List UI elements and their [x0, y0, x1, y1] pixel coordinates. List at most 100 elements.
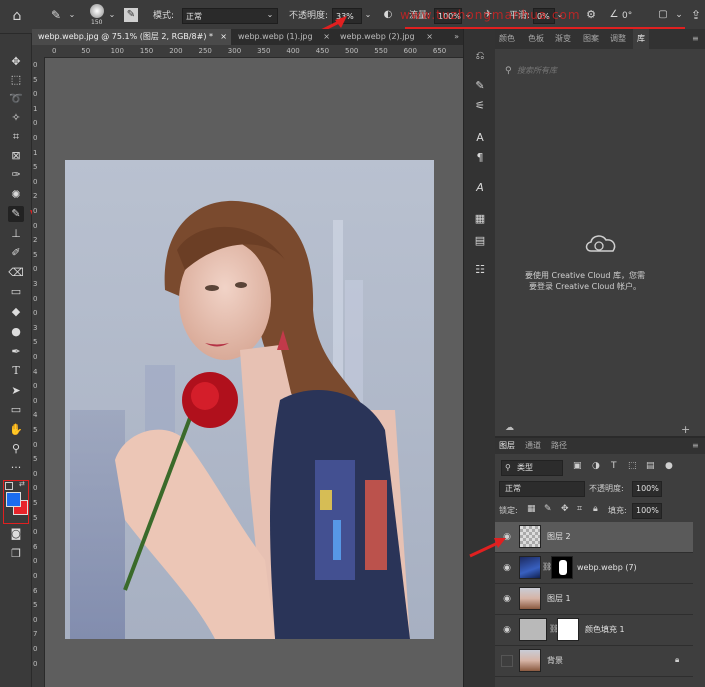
doc-tab-active[interactable]: webp.webp.jpg @ 75.1% (图层 2, RGB/8#) * × [32, 29, 231, 45]
tab-color[interactable]: 颜色 [499, 29, 515, 49]
layer-filter-select[interactable]: ⚲ 类型 [501, 460, 563, 476]
pressure-size-icon[interactable]: ▢ [656, 8, 670, 22]
rectangle-tool-icon[interactable]: ▭ [8, 402, 24, 418]
tab-paths[interactable]: 路径 [551, 438, 567, 454]
crop-tool-icon[interactable]: ⌗ [8, 129, 24, 145]
layer-name[interactable]: webp.webp (7) [577, 553, 637, 583]
chevron-down-icon[interactable]: ⌄ [68, 9, 76, 21]
angle-value[interactable]: 0° [622, 8, 632, 24]
tab-channels[interactable]: 通道 [525, 438, 541, 454]
brush-preset-icon[interactable]: ✎ [48, 7, 64, 23]
share-icon[interactable]: ⇪ [689, 7, 703, 23]
properties-panel-icon[interactable]: ☷ [473, 263, 487, 277]
tab-adjustments[interactable]: 调整 [610, 29, 626, 49]
info-panel-icon[interactable]: ▤ [473, 234, 487, 248]
screen-mode-icon[interactable]: ❐ [8, 546, 24, 562]
close-icon[interactable]: × [220, 29, 227, 45]
chevron-down-icon[interactable]: ⌄ [364, 9, 372, 21]
quick-mask-icon[interactable]: ◙ [8, 526, 24, 542]
history-panel-icon[interactable]: ⎌ [473, 49, 487, 63]
fill-field[interactable]: 100% [632, 503, 662, 519]
eye-icon[interactable]: ◉ [501, 562, 513, 574]
foreground-color-swatch[interactable] [6, 492, 21, 507]
mode-select[interactable]: 正常 [182, 8, 278, 24]
brush-panel-icon[interactable]: ✎ [473, 79, 487, 93]
spot-healing-tool-icon[interactable]: ✺ [8, 187, 24, 203]
lock-image-icon[interactable]: ✎ [544, 504, 552, 514]
tab-layers[interactable]: 图层 [499, 438, 515, 454]
navigator-panel-icon[interactable]: ▦ [473, 212, 487, 226]
swap-colors-icon[interactable]: ⇄ [19, 481, 26, 488]
tab-patterns[interactable]: 图案 [583, 29, 599, 49]
more-tabs-icon[interactable]: » [454, 29, 459, 45]
panel-menu-icon[interactable]: ≡ [692, 29, 699, 49]
paragraph-panel-icon[interactable]: ¶ [473, 151, 487, 165]
glyphs-panel-icon[interactable]: A [473, 181, 487, 195]
filter-pixel-icon[interactable]: ▣ [573, 461, 582, 471]
tab-gradients[interactable]: 渐变 [555, 29, 571, 49]
eraser-tool-icon[interactable]: ⌫ [8, 265, 24, 281]
layer-mask-thumbnail[interactable] [551, 556, 573, 579]
brush-settings-panel-icon[interactable]: ⚟ [473, 99, 487, 113]
layer-name[interactable]: 背景 [547, 646, 563, 676]
angle-icon[interactable]: ∠ [607, 8, 621, 22]
filter-toggle-icon[interactable]: ● [665, 461, 673, 471]
zoom-tool-icon[interactable]: ⚲ [8, 441, 24, 457]
stamp-tool-icon[interactable]: ⊥ [8, 226, 24, 242]
character-panel-icon[interactable]: A [473, 131, 487, 145]
filter-type-icon[interactable]: T [611, 461, 617, 471]
magic-wand-tool-icon[interactable]: ✧ [8, 110, 24, 126]
lock-all-icon[interactable]: 🔒︎ [593, 504, 598, 514]
layer-row[interactable]: ◉ 图层 1 [495, 584, 693, 615]
brush-settings-icon[interactable]: ✎ [124, 8, 138, 22]
close-icon[interactable]: × [426, 29, 433, 45]
eye-icon[interactable]: ◉ [501, 593, 513, 605]
document-image[interactable] [65, 160, 434, 639]
history-brush-tool-icon[interactable]: ✐ [8, 245, 24, 261]
library-search[interactable]: ⚲ 搜索所有库 [499, 63, 697, 79]
filter-smartobject-icon[interactable]: ▤ [646, 461, 655, 471]
layer-mask-thumbnail[interactable] [557, 618, 579, 641]
lasso-tool-icon[interactable]: ➰ [8, 91, 24, 107]
layer-name[interactable]: 图层 2 [547, 522, 571, 552]
lock-transparent-icon[interactable]: ▦ [527, 504, 536, 514]
layer-name[interactable]: 颜色填充 1 [585, 615, 625, 645]
doc-tab[interactable]: webp.webp (2).jpg × [334, 29, 436, 45]
close-icon[interactable]: × [323, 29, 330, 45]
add-library-icon[interactable]: + [681, 423, 690, 436]
move-tool-icon[interactable]: ✥ [8, 54, 24, 70]
more-tools-icon[interactable]: ··· [8, 460, 24, 476]
pressure-opacity-icon[interactable]: ◐ [381, 8, 395, 22]
lock-position-icon[interactable]: ✥ [561, 504, 569, 514]
filter-shape-icon[interactable]: ⬚ [628, 461, 637, 471]
brush-tool-icon[interactable]: ✎ [8, 206, 24, 222]
symmetry-icon[interactable]: ⌄ [672, 8, 686, 22]
tab-libraries[interactable]: 库 [633, 29, 649, 49]
brush-tip-icon[interactable] [90, 4, 104, 18]
layer-name[interactable]: 图层 1 [547, 584, 571, 614]
layer-row[interactable]: ◉ ⛓ 颜色填充 1 [495, 615, 693, 646]
doc-tab[interactable]: webp.webp (1).jpg × [232, 29, 333, 45]
filter-adjustment-icon[interactable]: ◑ [592, 461, 600, 471]
layer-opacity-field[interactable]: 100% [632, 481, 662, 497]
blend-mode-select[interactable]: 正常 [499, 481, 585, 497]
hand-tool-icon[interactable]: ✋ [8, 422, 24, 438]
pen-tool-icon[interactable]: ✒ [8, 344, 24, 360]
frame-tool-icon[interactable]: ⊠ [8, 148, 24, 164]
panel-menu-icon[interactable]: ≡ [692, 438, 699, 454]
gradient-tool-icon[interactable]: ▭ [8, 284, 24, 300]
dodge-tool-icon[interactable]: ● [8, 324, 24, 340]
default-colors-icon[interactable] [5, 482, 13, 490]
layer-row[interactable]: ◉ 图层 2 [495, 522, 693, 553]
eyedropper-tool-icon[interactable]: ✑ [8, 167, 24, 183]
path-selection-tool-icon[interactable]: ➤ [8, 383, 24, 399]
gear-icon[interactable]: ⚙ [584, 8, 598, 22]
layer-row[interactable]: 背景 🔒︎ [495, 646, 693, 677]
eye-icon[interactable]: ◉ [501, 624, 513, 636]
blur-tool-icon[interactable]: ◆ [8, 304, 24, 320]
layer-row[interactable]: ◉ ⛓ webp.webp (7) [495, 553, 693, 584]
lock-artboard-icon[interactable]: ⌗ [577, 504, 582, 514]
chevron-down-icon[interactable]: ⌄ [108, 9, 116, 21]
marquee-tool-icon[interactable]: ⬚ [8, 72, 24, 88]
eye-hidden-slot[interactable] [501, 655, 513, 667]
